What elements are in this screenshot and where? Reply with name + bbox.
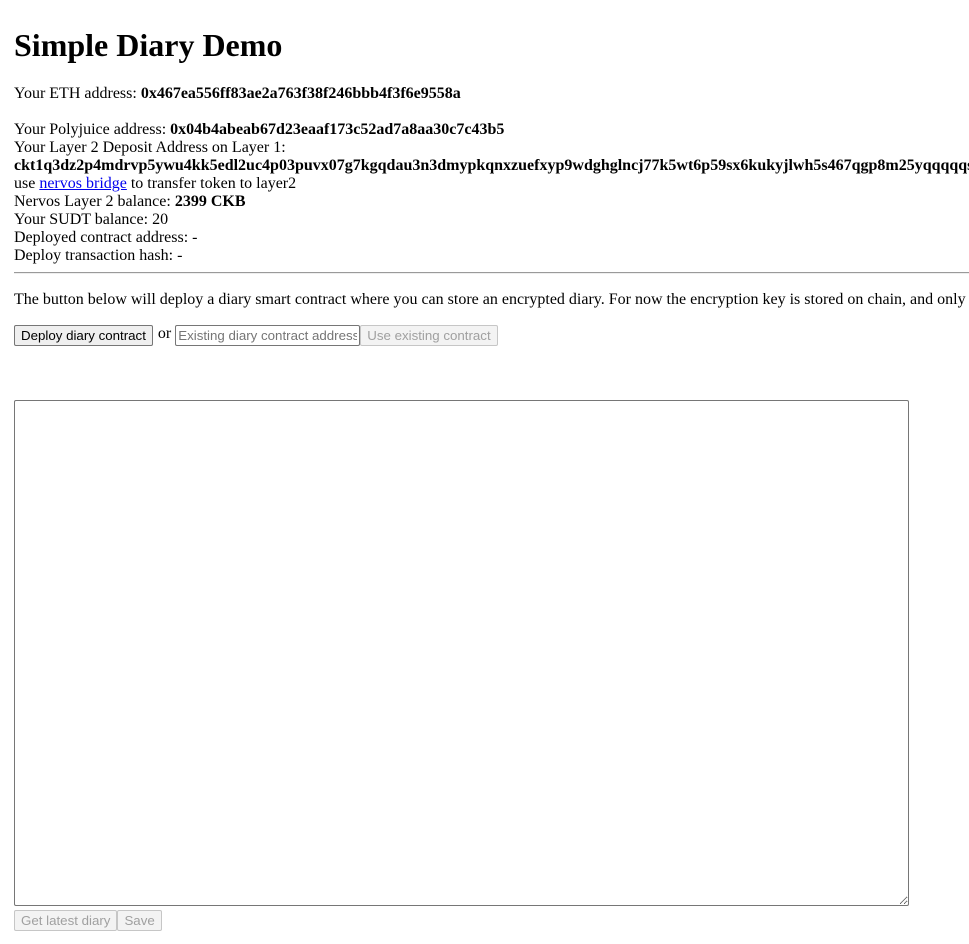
deposit-address-label: Your Layer 2 Deposit Address on Layer 1: (14, 139, 286, 156)
existing-contract-input[interactable] (175, 325, 361, 346)
polyjuice-address-label: Your Polyjuice address: (14, 121, 171, 138)
deployed-contract-value: - (192, 229, 198, 246)
divider (14, 272, 969, 274)
sudt-balance-row: Your SUDT balance: 20 (14, 211, 168, 229)
eth-address-value: 0x467ea556ff83ae2a763f38f246bbb4f3f6e955… (140, 85, 461, 102)
page-title: Simple Diary Demo (14, 27, 283, 63)
deploy-tx-label: Deploy transaction hash: (14, 247, 178, 264)
eth-address-row: Your ETH address: 0x467ea556ff83ae2a763f… (14, 85, 461, 103)
bridge-hint-suffix: to transfer token to layer2 (126, 175, 297, 192)
diary-textarea[interactable] (14, 400, 909, 906)
save-button[interactable]: Save (117, 910, 162, 931)
deployed-contract-row: Deployed contract address: - (14, 229, 197, 247)
bridge-hint-prefix: use (14, 175, 40, 192)
sudt-balance-value: 20 (152, 211, 169, 228)
deploy-contract-button[interactable]: Deploy diary contract (14, 325, 153, 346)
deploy-tx-row: Deploy transaction hash: - (14, 247, 182, 265)
deposit-address-row: ckt1q3dz2p4mdrvp5ywu4kk5edl2uc4p03puvx07… (14, 157, 969, 175)
use-existing-contract-button[interactable]: Use existing contract (360, 325, 498, 346)
nervos-bridge-link[interactable]: nervos bridge (39, 175, 127, 192)
l2-balance-row: Nervos Layer 2 balance: 2399 CKB (14, 193, 245, 211)
description-text: The button below will deploy a diary sma… (14, 291, 966, 308)
sudt-balance-label: Your SUDT balance: (14, 211, 153, 228)
get-latest-diary-button[interactable]: Get latest diary (14, 910, 118, 931)
deploy-tx-value: - (177, 247, 183, 264)
polyjuice-address-row: Your Polyjuice address: 0x04b4abeab67d23… (14, 121, 504, 139)
diary-controls: Get latest diary Save (14, 910, 162, 931)
polyjuice-address-value: 0x04b4abeab67d23eaaf173c52ad7a8aa30c7c43… (170, 121, 505, 138)
deployed-contract-label: Deployed contract address: (14, 229, 193, 246)
l2-balance-label: Nervos Layer 2 balance: (14, 193, 175, 210)
contract-controls: Deploy diary contract or Use existing co… (14, 325, 498, 346)
l2-balance-value: 2399 CKB (174, 193, 246, 210)
eth-address-label: Your ETH address: (14, 85, 141, 102)
deposit-address-value: ckt1q3dz2p4mdrvp5ywu4kk5edl2uc4p03puvx07… (14, 157, 969, 174)
or-text: or (157, 324, 172, 342)
bridge-hint-row: use nervos bridge to transfer token to l… (14, 175, 296, 193)
page: Simple Diary Demo Your ETH address: 0x46… (0, 0, 969, 944)
